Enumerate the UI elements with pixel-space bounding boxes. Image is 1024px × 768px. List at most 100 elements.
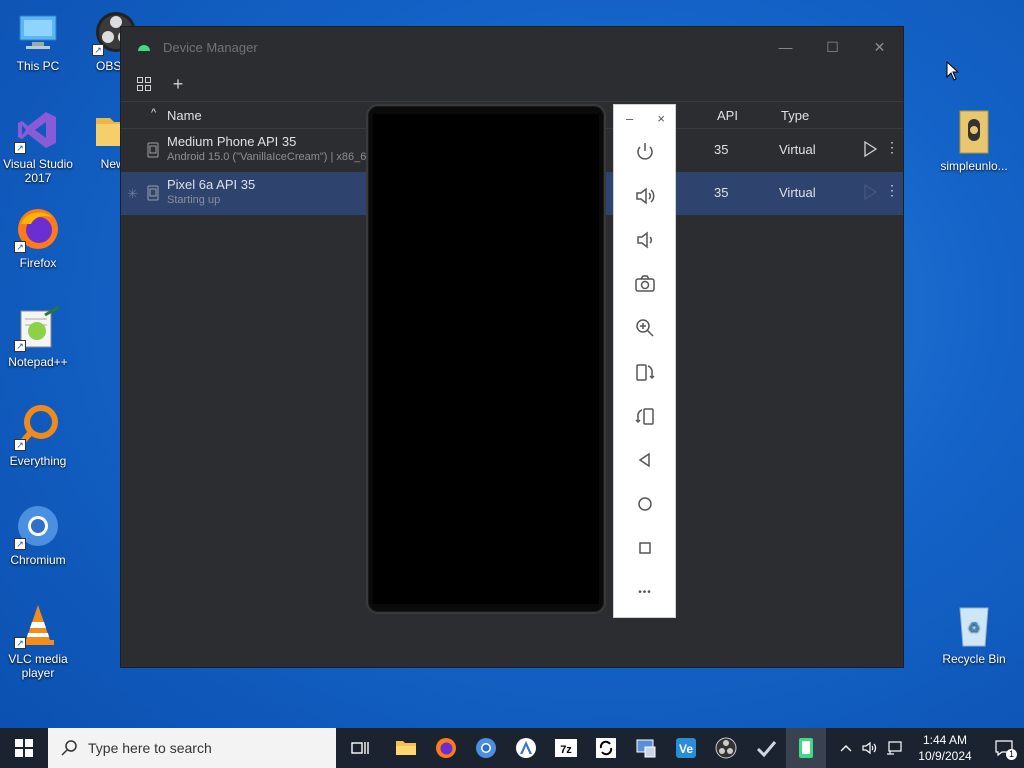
desktop-icon-chromium[interactable]: ↗ Chromium: [0, 502, 76, 567]
shortcut-arrow-icon: ↗: [92, 44, 104, 56]
chromium-taskbar-icon[interactable]: [466, 728, 506, 768]
close-button[interactable]: ✕: [856, 27, 903, 67]
emulator-minimize-button[interactable]: –: [626, 111, 633, 126]
desktop-icon-visual-studio[interactable]: ↗ Visual Studio 2017: [0, 106, 76, 185]
archive-file-icon: [950, 108, 998, 156]
column-type[interactable]: Type: [781, 108, 809, 123]
recycle-bin-icon: ♻: [950, 601, 998, 649]
window-title: Device Manager: [163, 39, 258, 55]
emulator-screen[interactable]: [373, 114, 599, 604]
phone-device-icon: [147, 142, 159, 158]
sort-chevron-icon[interactable]: ^: [151, 107, 156, 119]
play-icon[interactable]: [863, 141, 877, 157]
desktop-icon-label: simpleunlo...: [940, 159, 1008, 173]
sync-tool-taskbar-icon[interactable]: [586, 728, 626, 768]
device-name: Pixel 6a API 35: [167, 177, 256, 192]
desktop-icon-notepadpp[interactable]: ↗ Notepad++: [0, 304, 76, 369]
windows-logo-icon: [15, 739, 33, 757]
add-device-button[interactable]: +: [167, 73, 189, 95]
taskbar-clock[interactable]: 1:44 AM 10/9/2024: [906, 732, 984, 764]
notification-count-badge: 1: [1006, 749, 1017, 760]
desktop-icon-vlc[interactable]: ↗ VLC media player: [0, 601, 76, 680]
everything-search-icon: ↗: [14, 403, 62, 451]
volume-icon[interactable]: [858, 728, 882, 768]
device-status: Starting up: [167, 194, 221, 206]
clock-time: 1:44 AM: [922, 733, 968, 747]
emulator-close-button[interactable]: ×: [657, 111, 665, 126]
emulator-toolbar: – × •••: [613, 104, 676, 618]
column-name[interactable]: Name: [167, 108, 202, 123]
more-icon[interactable]: •••: [630, 577, 660, 607]
shortcut-arrow-icon: ↗: [14, 538, 26, 550]
7zip-taskbar-icon[interactable]: 7z: [546, 728, 586, 768]
window-titlebar[interactable]: Device Manager — ☐ ✕: [121, 27, 903, 67]
shortcut-arrow-icon: ↗: [14, 439, 26, 451]
play-icon-disabled: [864, 184, 877, 200]
rotate-left-icon[interactable]: [630, 357, 660, 387]
start-button[interactable]: [0, 728, 48, 768]
clock-date: 10/9/2024: [918, 749, 972, 763]
taskbar-search-box[interactable]: Type here to search: [48, 728, 336, 768]
chromium-icon: ↗: [14, 502, 62, 550]
visual-studio-icon: ↗: [14, 106, 62, 154]
shortcut-arrow-icon: ↗: [14, 241, 26, 253]
shortcut-arrow-icon: ↗: [14, 340, 26, 352]
checkmark-app-taskbar-icon[interactable]: [746, 728, 786, 768]
home-icon[interactable]: [630, 489, 660, 519]
loading-spinner-icon: ✳: [127, 186, 138, 201]
minimize-button[interactable]: —: [762, 27, 809, 67]
desktop-icon-label: This PC: [16, 59, 60, 73]
column-api[interactable]: API: [717, 108, 738, 123]
device-api: 35: [714, 185, 729, 200]
shortcut-arrow-icon: ↗: [14, 637, 26, 649]
desktop-icon-label: Chromium: [10, 553, 66, 567]
maximize-button[interactable]: ☐: [809, 27, 856, 67]
toolbar: +: [121, 67, 903, 101]
taskbar: Type here to search 7z Ve 1:44 AM 10/9/2…: [0, 728, 1024, 768]
firefox-taskbar-icon[interactable]: [426, 728, 466, 768]
file-explorer-icon[interactable]: [386, 728, 426, 768]
desktop-icon-this-pc[interactable]: This PC: [0, 8, 76, 73]
desktop-icon-recycle-bin[interactable]: ♻ Recycle Bin: [936, 601, 1012, 666]
remote-desktop-taskbar-icon[interactable]: [626, 728, 666, 768]
desktop-icon-label: Visual Studio 2017: [3, 157, 73, 185]
mouse-cursor-icon: [946, 61, 960, 81]
svg-text:7z: 7z: [560, 744, 572, 756]
emulator-phone-frame: [366, 104, 606, 614]
device-type: Virtual: [779, 142, 816, 157]
back-icon[interactable]: [630, 445, 660, 475]
system-tray: 1:44 AM 10/9/2024 1: [834, 728, 1024, 768]
kebab-menu-icon[interactable]: ⋮: [885, 139, 899, 156]
volume-up-icon[interactable]: [630, 181, 660, 211]
power-icon[interactable]: [630, 137, 660, 167]
emulator-window-controls: – ×: [614, 105, 675, 126]
shortcut-arrow-icon: ↗: [14, 142, 26, 154]
device-manager-taskbar-icon[interactable]: [786, 728, 826, 768]
volume-down-icon[interactable]: [630, 225, 660, 255]
show-hidden-icons-chevron-icon[interactable]: [834, 728, 858, 768]
obs-taskbar-icon[interactable]: [706, 728, 746, 768]
desktop-icon-everything[interactable]: ↗ Everything: [0, 403, 76, 468]
device-api: 35: [714, 142, 729, 157]
search-placeholder: Type here to search: [88, 740, 212, 756]
notification-center-icon[interactable]: 1: [984, 728, 1024, 768]
desktop-icon-simpleunlocker[interactable]: simpleunlo...: [936, 108, 1012, 173]
task-view-icon[interactable]: [340, 728, 380, 768]
vscode-taskbar-icon[interactable]: Ve: [666, 728, 706, 768]
desktop-icon-label: Notepad++: [8, 355, 68, 369]
device-name: Medium Phone API 35: [167, 134, 297, 149]
desktop-icon-firefox[interactable]: ↗ Firefox: [0, 205, 76, 270]
zoom-icon[interactable]: [630, 313, 660, 343]
android-studio-taskbar-icon[interactable]: [506, 728, 546, 768]
vlc-cone-icon: ↗: [14, 601, 62, 649]
desktop-icon-label: Everything: [9, 454, 67, 468]
network-icon[interactable]: [882, 728, 906, 768]
rotate-right-icon[interactable]: [630, 401, 660, 431]
android-logo-icon: [138, 45, 150, 51]
svg-text:Ve: Ve: [679, 742, 693, 756]
kebab-menu-icon[interactable]: ⋮: [885, 182, 899, 199]
overview-icon[interactable]: [630, 533, 660, 563]
camera-icon[interactable]: [630, 269, 660, 299]
desktop-icon-label: Firefox: [19, 256, 57, 270]
device-groups-icon[interactable]: [133, 73, 155, 95]
